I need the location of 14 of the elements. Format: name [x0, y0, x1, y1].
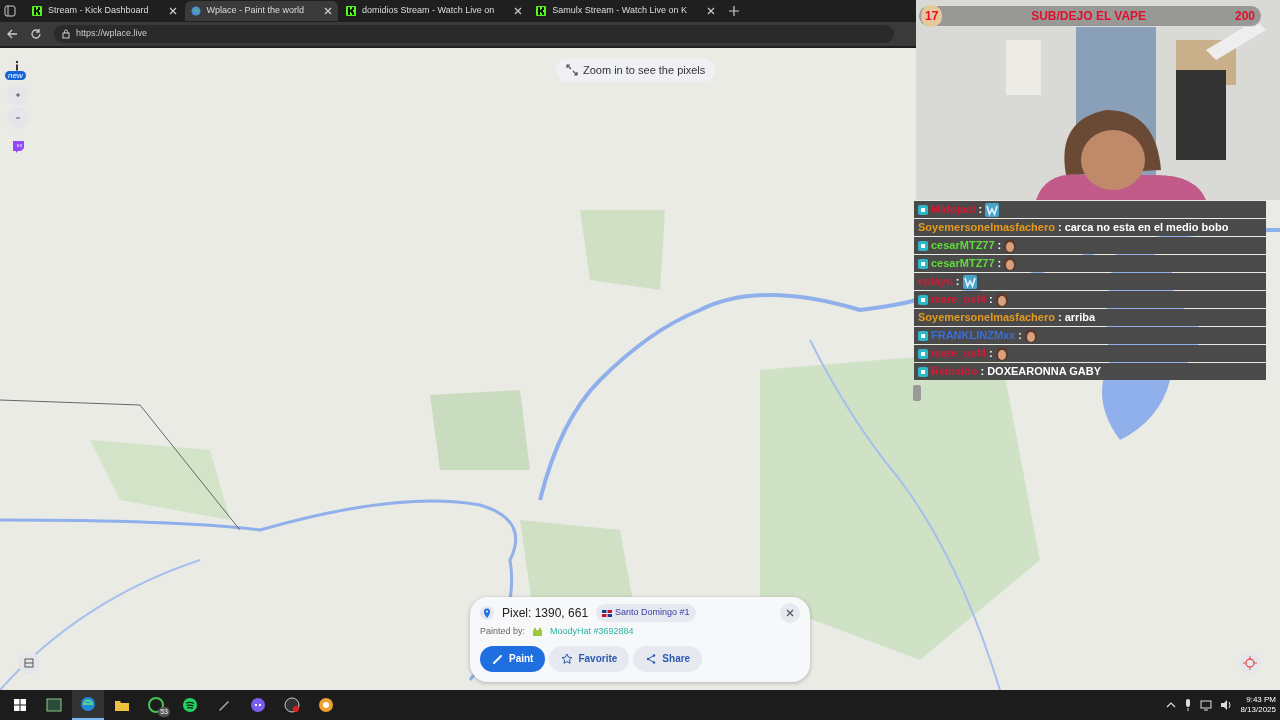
chevron-up-icon[interactable] [1166, 700, 1177, 710]
clock-time: 9:43 PM [1245, 695, 1276, 705]
clock-date: 8/13/2025 [1240, 705, 1276, 715]
network-icon[interactable] [1200, 699, 1213, 711]
speaker-icon[interactable] [1220, 699, 1233, 711]
spotify-icon [182, 697, 198, 713]
browser-icon [318, 697, 334, 713]
recorder-icon [284, 697, 300, 713]
microphone-icon[interactable] [1184, 699, 1193, 711]
edge-icon [80, 696, 96, 712]
terminal-icon [46, 697, 62, 713]
windows-start-icon[interactable] [14, 699, 26, 711]
discord-icon [250, 697, 266, 713]
taskbar-app[interactable] [72, 690, 104, 720]
